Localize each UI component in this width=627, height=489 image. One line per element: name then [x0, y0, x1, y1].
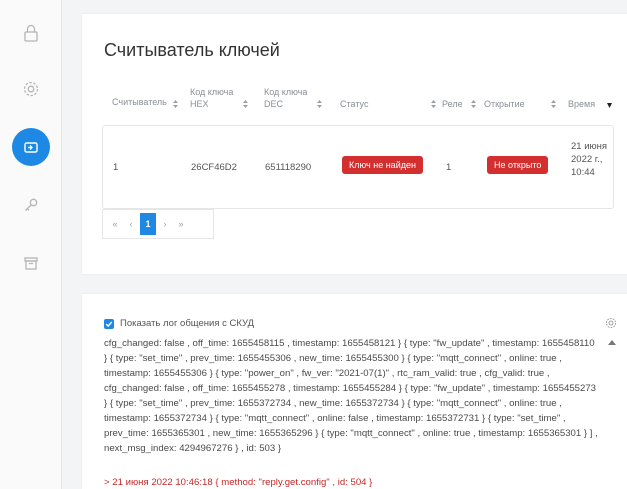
card-reader-icon	[24, 142, 38, 153]
log-toggle-label: Показать лог общения с СКУД	[120, 318, 255, 329]
table-row[interactable]: 1 26CF46D2 651118290 Ключ не найден 1 Не…	[102, 125, 614, 209]
checkbox[interactable]	[104, 318, 114, 329]
column-header-hex[interactable]: Код ключа HEX	[190, 86, 238, 110]
cell-relay: 1	[446, 162, 452, 173]
lock-icon	[24, 24, 38, 42]
page-1-button[interactable]: 1	[140, 213, 156, 235]
last-page-button[interactable]: »	[174, 213, 188, 235]
sidebar-item-lock[interactable]	[12, 14, 50, 52]
sort-icon[interactable]	[172, 96, 179, 108]
sort-icon[interactable]	[550, 96, 557, 108]
column-header-reader[interactable]: Считыватель	[112, 96, 167, 108]
status-badge: Ключ не найден	[342, 156, 423, 174]
key-reader-card: Считыватель ключей Считыватель Код ключа…	[82, 14, 627, 274]
sort-icon[interactable]	[470, 96, 477, 108]
cell-time: 21 июня 2022 г., 10:44	[571, 141, 608, 178]
pagination: « ‹ 1 › »	[102, 209, 214, 239]
sidebar-item-archive[interactable]	[12, 244, 50, 282]
key-icon	[25, 198, 38, 211]
cell-hex: 26CF46D2	[191, 162, 237, 173]
page-title: Считыватель ключей	[104, 40, 280, 60]
log-card: Показать лог общения с СКУД cfg_changed:…	[82, 294, 627, 489]
log-last-line: > 21 июня 2022 10:46:18 { method: "reply…	[104, 477, 373, 488]
opening-badge: Не открыто	[487, 156, 549, 174]
sort-desc-icon[interactable]	[606, 96, 613, 108]
sort-icon[interactable]	[242, 96, 249, 108]
column-header-relay[interactable]: Реле	[442, 98, 463, 110]
prev-page-button[interactable]: ‹	[124, 213, 138, 235]
next-page-button[interactable]: ›	[158, 213, 172, 235]
column-header-opening[interactable]: Открытие	[484, 98, 525, 110]
scroll-up-icon[interactable]	[608, 340, 616, 345]
cell-reader: 1	[113, 162, 119, 173]
log-scrollbar[interactable]	[606, 336, 618, 489]
log-text: cfg_changed: false , off_time: 165545811…	[104, 338, 598, 454]
sidebar-item-settings[interactable]	[12, 70, 50, 108]
column-header-time[interactable]: Время	[568, 98, 595, 110]
check-icon	[105, 321, 113, 327]
gear-icon	[23, 81, 39, 97]
sort-icon[interactable]	[316, 96, 323, 108]
sidebar	[0, 0, 62, 489]
sort-icon[interactable]	[430, 96, 437, 108]
column-header-status[interactable]: Статус	[340, 98, 368, 110]
first-page-button[interactable]: «	[108, 213, 122, 235]
column-header-dec[interactable]: Код ключа DEC	[264, 86, 312, 110]
gear-icon[interactable]	[604, 316, 618, 330]
sidebar-item-key-reader[interactable]	[12, 128, 50, 166]
cell-dec: 651118290	[265, 162, 312, 173]
archive-icon	[24, 257, 38, 270]
sidebar-item-keys[interactable]	[12, 186, 50, 224]
log-toggle[interactable]: Показать лог общения с СКУД	[104, 318, 254, 329]
